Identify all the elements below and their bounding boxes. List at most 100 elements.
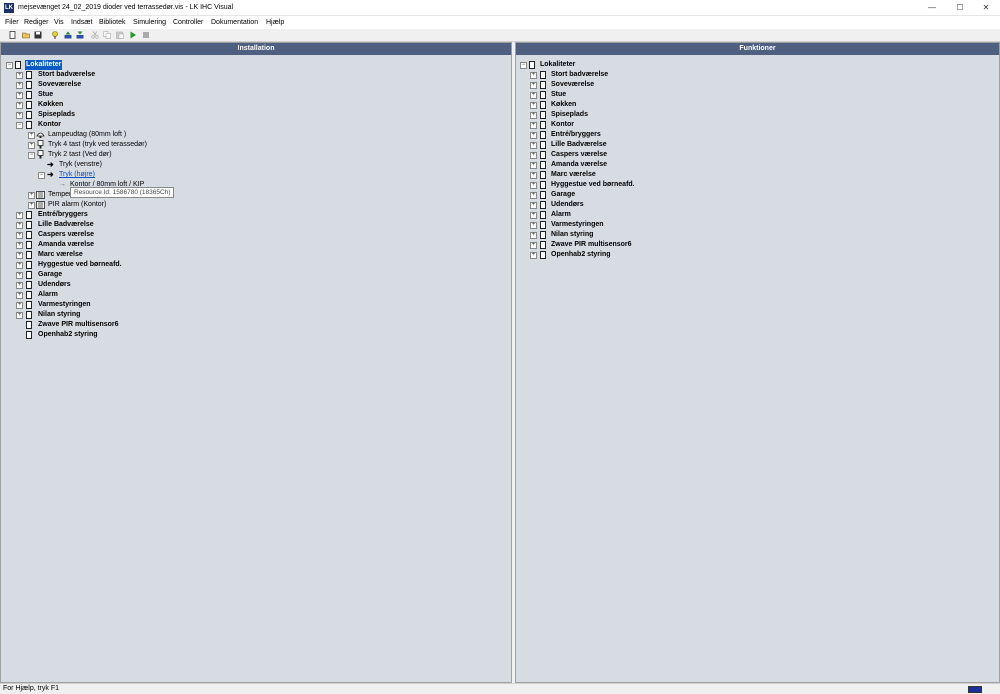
tree-item-room[interactable]: + Alarm bbox=[516, 210, 716, 220]
open-folder-icon[interactable] bbox=[22, 31, 30, 39]
expand-icon[interactable]: + bbox=[16, 262, 23, 269]
expand-icon[interactable]: + bbox=[16, 232, 23, 239]
tree-item-device[interactable]: + PIR alarm (Kontor) bbox=[1, 200, 201, 210]
menu-indsaet[interactable]: Indsæt bbox=[71, 19, 92, 26]
tree-root-lokaliteter[interactable]: − Lokaliteter bbox=[1, 60, 201, 70]
collapse-icon[interactable]: − bbox=[28, 152, 35, 159]
tree-item-room[interactable]: + Soveværelse bbox=[1, 80, 201, 90]
expand-icon[interactable]: + bbox=[16, 222, 23, 229]
tree-item-room[interactable]: + Entré/bryggers bbox=[1, 210, 201, 220]
tree-item-room[interactable]: + Amanda værelse bbox=[516, 160, 716, 170]
expand-icon[interactable]: + bbox=[16, 242, 23, 249]
tree-item-room[interactable]: + Soveværelse bbox=[516, 80, 716, 90]
tree-item-room[interactable]: + Alarm bbox=[1, 290, 201, 300]
cut-icon[interactable] bbox=[91, 31, 99, 39]
maximize-button[interactable]: ☐ bbox=[949, 0, 971, 16]
expand-icon[interactable]: + bbox=[530, 182, 537, 189]
tree-item-room[interactable]: + Garage bbox=[516, 190, 716, 200]
tree-item-room[interactable]: + Marc værelse bbox=[516, 170, 716, 180]
close-button[interactable]: ✕ bbox=[975, 0, 997, 16]
expand-icon[interactable]: + bbox=[530, 82, 537, 89]
tree-item-room[interactable]: + Stue bbox=[516, 90, 716, 100]
play-icon[interactable] bbox=[129, 31, 137, 39]
menu-rediger[interactable]: Rediger bbox=[24, 19, 49, 26]
tree-item-device[interactable]: + Tryk 4 tast (tryk ved terassedør) bbox=[1, 140, 201, 150]
expand-icon[interactable]: + bbox=[16, 252, 23, 259]
properties-icon[interactable] bbox=[51, 31, 59, 39]
upload-icon[interactable] bbox=[64, 31, 72, 39]
copy-icon[interactable] bbox=[103, 31, 111, 39]
expand-icon[interactable]: + bbox=[530, 102, 537, 109]
tree-item-room[interactable]: Openhab2 styring bbox=[1, 330, 201, 340]
collapse-icon[interactable]: − bbox=[16, 122, 23, 129]
tree-item-room[interactable]: + Openhab2 styring bbox=[516, 250, 716, 260]
expand-icon[interactable]: + bbox=[530, 242, 537, 249]
tree-item-room[interactable]: + Kontor bbox=[516, 120, 716, 130]
tree-item-room[interactable]: + Stort badværelse bbox=[516, 70, 716, 80]
tree-item-room[interactable]: + Amanda værelse bbox=[1, 240, 201, 250]
expand-icon[interactable]: + bbox=[28, 142, 35, 149]
expand-icon[interactable]: + bbox=[16, 312, 23, 319]
expand-icon[interactable]: + bbox=[28, 192, 35, 199]
tree-item-room[interactable]: + Spiseplads bbox=[1, 110, 201, 120]
tree-item-room[interactable]: + Marc værelse bbox=[1, 250, 201, 260]
tree-item-room[interactable]: + Udendørs bbox=[1, 280, 201, 290]
expand-icon[interactable]: + bbox=[530, 202, 537, 209]
tree-item-room[interactable]: Zwave PIR multisensor6 bbox=[1, 320, 201, 330]
expand-icon[interactable]: + bbox=[530, 162, 537, 169]
stop-icon[interactable] bbox=[142, 31, 150, 39]
expand-icon[interactable]: + bbox=[16, 112, 23, 119]
menu-controller[interactable]: Controller bbox=[173, 19, 203, 26]
expand-icon[interactable]: + bbox=[16, 212, 23, 219]
expand-icon[interactable]: + bbox=[28, 132, 35, 139]
collapse-icon[interactable]: − bbox=[38, 172, 45, 179]
expand-icon[interactable]: + bbox=[530, 212, 537, 219]
tree-item-input-selected[interactable]: − ➜ Tryk (højre) bbox=[1, 170, 201, 180]
expand-icon[interactable]: + bbox=[16, 282, 23, 289]
tree-item-room[interactable]: + Zwave PIR multisensor6 bbox=[516, 240, 716, 250]
menu-hjaelp[interactable]: Hjælp bbox=[266, 19, 284, 26]
tree-item-room[interactable]: + Stort badværelse bbox=[1, 70, 201, 80]
collapse-icon[interactable]: − bbox=[520, 62, 527, 69]
expand-icon[interactable]: + bbox=[530, 72, 537, 79]
tree-item-device[interactable]: + Lampeudtag (80mm loft ) bbox=[1, 130, 201, 140]
paste-icon[interactable] bbox=[116, 31, 124, 39]
tree-item-room[interactable]: + Entré/bryggers bbox=[516, 130, 716, 140]
tree-item-room[interactable]: + Varmestyringen bbox=[516, 220, 716, 230]
collapse-icon[interactable]: − bbox=[6, 62, 13, 69]
menu-filer[interactable]: Filer bbox=[5, 19, 19, 26]
expand-icon[interactable]: + bbox=[16, 302, 23, 309]
expand-icon[interactable]: + bbox=[530, 172, 537, 179]
minimize-button[interactable]: — bbox=[921, 0, 943, 16]
expand-icon[interactable]: + bbox=[530, 152, 537, 159]
tree-item-room[interactable]: + Hyggestue ved børneafd. bbox=[516, 180, 716, 190]
expand-icon[interactable]: + bbox=[16, 82, 23, 89]
expand-icon[interactable]: + bbox=[530, 122, 537, 129]
new-file-icon[interactable] bbox=[9, 31, 17, 39]
menu-simulering[interactable]: Simulering bbox=[133, 19, 166, 26]
tree-item-room-kontor[interactable]: − Kontor bbox=[1, 120, 201, 130]
expand-icon[interactable]: + bbox=[16, 272, 23, 279]
expand-icon[interactable]: + bbox=[530, 92, 537, 99]
expand-icon[interactable]: + bbox=[530, 142, 537, 149]
expand-icon[interactable]: + bbox=[16, 292, 23, 299]
tree-item-input[interactable]: ➜ Tryk (venstre) bbox=[1, 160, 201, 170]
expand-icon[interactable]: + bbox=[530, 222, 537, 229]
expand-icon[interactable]: + bbox=[530, 192, 537, 199]
tree-item-room[interactable]: + Varmestyringen bbox=[1, 300, 201, 310]
save-icon[interactable] bbox=[34, 31, 42, 39]
tree-item-device[interactable]: − Tryk 2 tast (Ved dør) bbox=[1, 150, 201, 160]
expand-icon[interactable]: + bbox=[16, 92, 23, 99]
expand-icon[interactable]: + bbox=[530, 112, 537, 119]
tree-item-room[interactable]: + Caspers værelse bbox=[1, 230, 201, 240]
tree-item-room[interactable]: + Garage bbox=[1, 270, 201, 280]
tree-item-room[interactable]: + Hyggestue ved børneafd. bbox=[1, 260, 201, 270]
tree-item-room[interactable]: + Køkken bbox=[516, 100, 716, 110]
tree-item-room[interactable]: + Spiseplads bbox=[516, 110, 716, 120]
expand-icon[interactable]: + bbox=[16, 102, 23, 109]
tree-item-room[interactable]: + Lille Badværelse bbox=[516, 140, 716, 150]
tree-item-room[interactable]: + Nilan styring bbox=[1, 310, 201, 320]
tree-item-room[interactable]: + Lille Badværelse bbox=[1, 220, 201, 230]
tree-item-room[interactable]: + Stue bbox=[1, 90, 201, 100]
tree-item-room[interactable]: + Køkken bbox=[1, 100, 201, 110]
